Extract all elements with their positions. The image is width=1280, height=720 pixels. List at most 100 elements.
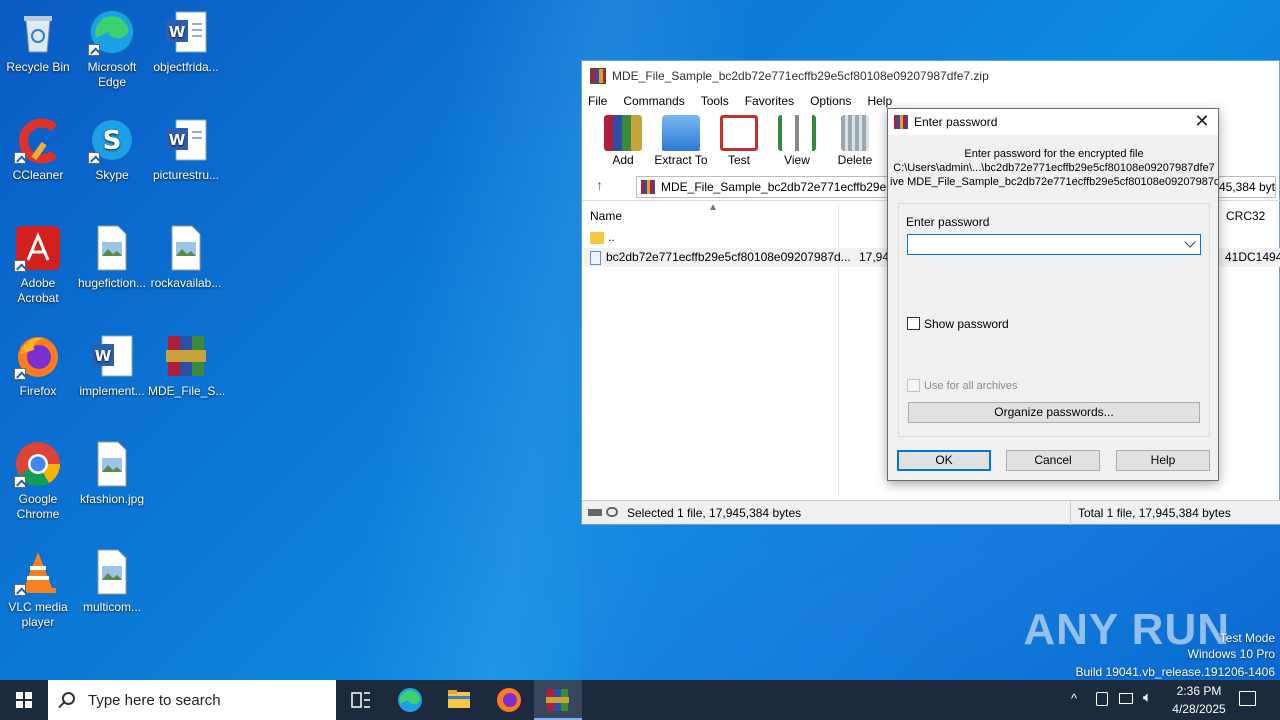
desktop-icon-recycle-bin[interactable]: Recycle Bin bbox=[0, 8, 76, 75]
close-icon[interactable]: ✕ bbox=[1190, 111, 1214, 133]
desktop-icon-label: Skype bbox=[95, 168, 129, 182]
taskbar-firefox[interactable] bbox=[485, 680, 533, 720]
volume-icon[interactable]: 🔈︎ bbox=[1143, 689, 1152, 706]
drive-icon bbox=[588, 509, 602, 516]
menu-tools[interactable]: Tools bbox=[701, 94, 729, 108]
desktop-icon-hugefiction[interactable]: hugefiction... bbox=[74, 224, 150, 291]
file-name: bc2db72e771ecffb29e5cf80108e09207987d... bbox=[606, 250, 851, 264]
desktop-icon-picturestru[interactable]: W picturestru... bbox=[148, 116, 224, 183]
password-input[interactable] bbox=[907, 234, 1201, 255]
status-bar: Selected 1 file, 17,945,384 bytes Total … bbox=[582, 500, 1280, 525]
desktop-icon-vlc[interactable]: VLC media player bbox=[0, 548, 76, 630]
delete-label: Delete bbox=[837, 153, 873, 167]
clock-time[interactable]: 2:36 PM bbox=[1174, 684, 1224, 698]
desktop-icon-implement[interactable]: W implement... bbox=[74, 332, 150, 399]
task-view-button[interactable] bbox=[336, 680, 384, 720]
shortcut-arrow-icon bbox=[14, 584, 26, 596]
desktop-icon-mde-file[interactable]: MDE_File_S... bbox=[148, 332, 225, 399]
test-mode-text: Test Mode bbox=[1219, 631, 1275, 645]
status-separator bbox=[1070, 501, 1071, 525]
desktop-icon-ccleaner[interactable]: CCleaner bbox=[0, 116, 76, 183]
add-button[interactable]: Add bbox=[594, 115, 652, 171]
desktop-icon-label: picturestru... bbox=[152, 168, 220, 182]
notifications-icon[interactable] bbox=[1239, 691, 1256, 706]
desktop-icon-google-chrome[interactable]: Google Chrome bbox=[0, 440, 76, 522]
winrar-icon bbox=[894, 115, 908, 129]
shortcut-arrow-icon bbox=[88, 44, 100, 56]
test-button[interactable]: Test bbox=[710, 115, 768, 171]
shortcut-arrow-icon bbox=[14, 152, 26, 164]
search-placeholder: Type here to search bbox=[88, 692, 221, 709]
help-button[interactable]: Help bbox=[1116, 450, 1210, 471]
winrar-title: MDE_File_Sample_bc2db72e771ecffb29e5cf80… bbox=[612, 69, 989, 83]
delete-trash-icon bbox=[841, 115, 869, 151]
desktop-icon-edge[interactable]: Microsoft Edge bbox=[74, 8, 150, 90]
use-for-all-checkbox[interactable] bbox=[907, 379, 920, 392]
desktop-icon-label: rockavailab... bbox=[150, 276, 222, 290]
network-icon[interactable] bbox=[1119, 693, 1133, 704]
column-crc32[interactable]: CRC32 bbox=[1226, 209, 1265, 223]
menu-help[interactable]: Help bbox=[867, 94, 892, 108]
windows-logo-icon bbox=[16, 692, 32, 708]
up-arrow-icon[interactable]: ↑ bbox=[596, 177, 603, 193]
shortcut-arrow-icon bbox=[88, 152, 100, 164]
desktop-icon-label: Adobe Acrobat bbox=[17, 276, 59, 305]
winrar-archive-icon bbox=[546, 689, 569, 711]
menu-commands[interactable]: Commands bbox=[623, 94, 684, 108]
image-file-icon bbox=[162, 224, 210, 272]
show-password-checkbox[interactable] bbox=[907, 317, 920, 330]
folder-icon bbox=[448, 690, 470, 708]
desktop-icon-label: implement... bbox=[79, 384, 145, 398]
device-icon[interactable] bbox=[1096, 692, 1108, 706]
menu-favorites[interactable]: Favorites bbox=[745, 94, 794, 108]
file-row-bc2db72e[interactable]: bc2db72e771ecffb29e5cf80108e09207987d... bbox=[590, 248, 851, 267]
image-file-icon bbox=[88, 440, 136, 488]
start-button[interactable] bbox=[0, 680, 48, 720]
desktop-icon-firefox[interactable]: Firefox bbox=[0, 332, 76, 399]
view-label: View bbox=[784, 153, 810, 167]
desktop-icon-objectfrida[interactable]: W objectfrida... bbox=[148, 8, 224, 75]
extract-to-button[interactable]: Extract To bbox=[652, 115, 710, 171]
clock-date[interactable]: 4/28/2025 bbox=[1166, 702, 1232, 716]
desktop-icon-label: VLC media player bbox=[8, 600, 68, 629]
ok-button[interactable]: OK bbox=[897, 450, 991, 471]
desktop-icon-label: Microsoft Edge bbox=[87, 60, 137, 89]
desktop-icon-multicom[interactable]: multicom... bbox=[74, 548, 150, 615]
column-name[interactable]: Name bbox=[590, 209, 622, 223]
taskbar-file-explorer[interactable] bbox=[435, 680, 483, 720]
show-password-label[interactable]: Show password bbox=[924, 317, 1009, 331]
winrar-archive-icon bbox=[162, 332, 210, 380]
info-line-1: Enter password for the encrypted file bbox=[964, 148, 1144, 160]
use-for-all-label: Use for all archives bbox=[924, 380, 1018, 392]
file-row-parent[interactable]: .. bbox=[590, 228, 615, 247]
edge-icon bbox=[88, 8, 136, 56]
firefox-icon bbox=[497, 688, 521, 712]
add-label: Add bbox=[612, 153, 634, 167]
taskbar-winrar[interactable] bbox=[534, 680, 582, 720]
desktop-icon-label: Recycle Bin bbox=[6, 60, 70, 74]
extract-folder-icon bbox=[662, 115, 700, 151]
dialog-titlebar[interactable]: Enter password bbox=[888, 109, 1218, 135]
delete-button[interactable]: Delete bbox=[826, 115, 884, 171]
desktop-icon-adobe-acrobat[interactable]: Adobe Acrobat bbox=[0, 224, 76, 306]
desktop-icon-kfashion[interactable]: kfashion.jpg bbox=[74, 440, 150, 507]
winrar-titlebar[interactable]: MDE_File_Sample_bc2db72e771ecffb29e5cf80… bbox=[582, 61, 1279, 91]
desktop-icon-skype[interactable]: S Skype bbox=[74, 116, 150, 183]
chevron-up-icon[interactable]: ^ bbox=[1071, 691, 1077, 706]
taskbar-search[interactable]: Type here to search bbox=[48, 680, 336, 720]
cancel-button[interactable]: Cancel bbox=[1006, 450, 1100, 471]
chevron-down-icon[interactable] bbox=[1184, 236, 1196, 248]
menu-file[interactable]: File bbox=[588, 94, 607, 108]
desktop-icon-label: Firefox bbox=[19, 384, 57, 398]
taskbar-edge[interactable] bbox=[386, 680, 434, 720]
word-document-icon: W bbox=[162, 116, 210, 164]
desktop-icon-label: objectfrida... bbox=[153, 60, 219, 74]
extract-to-label: Extract To bbox=[654, 153, 708, 167]
taskbar: Type here to search ^ 🔈︎ 2:36 PM 4/28/20… bbox=[0, 680, 1280, 720]
menu-options[interactable]: Options bbox=[810, 94, 851, 108]
view-button[interactable]: View bbox=[768, 115, 826, 171]
organize-passwords-button[interactable]: Organize passwords... bbox=[908, 402, 1200, 423]
vlc-icon bbox=[14, 548, 62, 596]
password-dialog: Enter password ✕ Enter password for the … bbox=[887, 108, 1219, 481]
desktop-icon-rockavailab[interactable]: rockavailab... bbox=[148, 224, 224, 291]
